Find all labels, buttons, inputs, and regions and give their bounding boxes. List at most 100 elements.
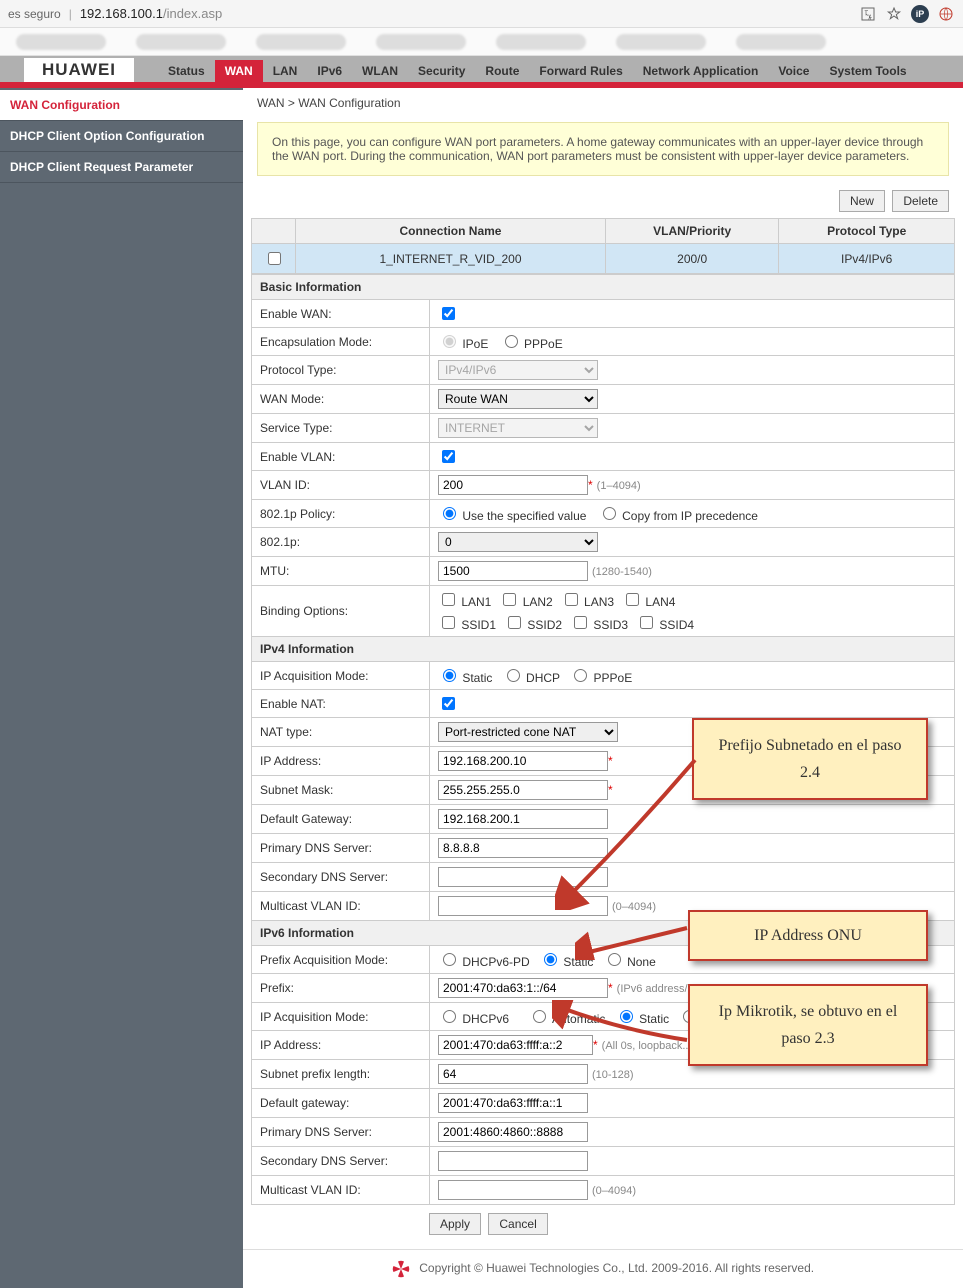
bookmark-item[interactable] <box>736 34 826 50</box>
service-type-select[interactable]: INTERNET <box>438 418 598 438</box>
ipv6-mcast-vlan-label: Multicast VLAN ID: <box>252 1176 430 1205</box>
tab-status[interactable]: Status <box>158 60 215 82</box>
tab-route[interactable]: Route <box>475 60 529 82</box>
tab-forward-rules[interactable]: Forward Rules <box>529 60 632 82</box>
extension-globe-icon[interactable] <box>937 5 955 23</box>
ipv6-static-radio[interactable] <box>620 1010 633 1023</box>
binding-lan2-checkbox[interactable] <box>503 593 516 606</box>
binding-ssid1-checkbox[interactable] <box>442 616 455 629</box>
ipv6-dhcpv6-radio[interactable] <box>443 1010 456 1023</box>
wan-mode-select[interactable]: Route WAN <box>438 389 598 409</box>
ipv6-dns1-input[interactable] <box>438 1122 588 1142</box>
sidebar-item-wan-configuration[interactable]: WAN Configuration <box>0 90 243 121</box>
prefix-dhcpv6pd-radio[interactable] <box>443 953 456 966</box>
8021p-copy-radio[interactable] <box>603 507 616 520</box>
prefix-label: Prefix: <box>252 974 430 1003</box>
ipv4-pppoe-radio[interactable] <box>574 669 587 682</box>
vlan-id-input[interactable] <box>438 475 588 495</box>
ipv4-gateway-label: Default Gateway: <box>252 805 430 834</box>
ipv4-gateway-input[interactable] <box>438 809 608 829</box>
tab-wlan[interactable]: WLAN <box>352 60 408 82</box>
row-select-checkbox[interactable] <box>268 252 281 265</box>
subnet-prefix-length-input[interactable] <box>438 1064 588 1084</box>
protocol-type-label: Protocol Type: <box>252 356 430 385</box>
connection-table: Connection Name VLAN/Priority Protocol T… <box>251 218 955 274</box>
8021p-select[interactable]: 0 <box>438 532 598 552</box>
prefix-input[interactable] <box>438 978 608 998</box>
ipv6-address-label: IP Address: <box>252 1031 430 1060</box>
section-ipv4: IPv4 Information <box>252 637 955 662</box>
protocol-type-select[interactable]: IPv4/IPv6 <box>438 360 598 380</box>
encap-pppoe-radio[interactable] <box>505 335 518 348</box>
tab-voice[interactable]: Voice <box>768 60 819 82</box>
binding-ssid3-checkbox[interactable] <box>574 616 587 629</box>
subnet-prefix-length-label: Subnet prefix length: <box>252 1060 430 1089</box>
ipv4-mcast-vlan-input[interactable] <box>438 896 608 916</box>
help-box: On this page, you can configure WAN port… <box>257 122 949 176</box>
delete-button[interactable]: Delete <box>892 190 949 212</box>
col-vlan-priority: VLAN/Priority <box>605 219 778 244</box>
translate-icon[interactable] <box>859 5 877 23</box>
wan-mode-label: WAN Mode: <box>252 385 430 414</box>
ipv6-automatic-radio[interactable] <box>533 1010 546 1023</box>
subnet-mask-input[interactable] <box>438 780 608 800</box>
ipv4-dhcp-radio[interactable] <box>507 669 520 682</box>
8021p-specified-radio[interactable] <box>443 507 456 520</box>
section-basic: Basic Information <box>252 275 955 300</box>
binding-lan1-checkbox[interactable] <box>442 593 455 606</box>
ipv4-address-label: IP Address: <box>252 747 430 776</box>
col-protocol-type: Protocol Type <box>779 219 955 244</box>
ipv6-gateway-input[interactable] <box>438 1093 588 1113</box>
annotation-ip-onu: IP Address ONU <box>688 910 928 961</box>
cancel-button[interactable]: Cancel <box>488 1213 547 1235</box>
ipv6-acquisition-label: IP Acquisition Mode: <box>252 1003 430 1031</box>
ipv4-static-radio[interactable] <box>443 669 456 682</box>
ipv4-dns1-input[interactable] <box>438 838 608 858</box>
prefix-none-radio[interactable] <box>608 953 621 966</box>
ipv6-mcast-vlan-input[interactable] <box>438 1180 588 1200</box>
extension-ip-icon[interactable]: iP <box>911 5 929 23</box>
bookmark-item[interactable] <box>256 34 346 50</box>
binding-ssid2-checkbox[interactable] <box>508 616 521 629</box>
star-icon[interactable] <box>885 5 903 23</box>
bookmark-item[interactable] <box>616 34 706 50</box>
bookmark-item[interactable] <box>16 34 106 50</box>
bookmark-item[interactable] <box>496 34 586 50</box>
prefix-static-radio[interactable] <box>544 953 557 966</box>
nat-type-select[interactable]: Port-restricted cone NAT <box>438 722 618 742</box>
tab-system-tools[interactable]: System Tools <box>819 60 916 82</box>
ipv4-address-input[interactable] <box>438 751 608 771</box>
tab-wan[interactable]: WAN <box>215 60 263 82</box>
binding-lan3-checkbox[interactable] <box>565 593 578 606</box>
tab-ipv6[interactable]: IPv6 <box>307 60 352 82</box>
annotation-prefix: Prefijo Subnetado en el paso 2.4 <box>692 718 928 800</box>
enable-wan-checkbox[interactable] <box>442 307 455 320</box>
tab-network-application[interactable]: Network Application <box>633 60 769 82</box>
enable-wan-label: Enable WAN: <box>252 300 430 328</box>
table-row[interactable]: 1_INTERNET_R_VID_200 200/0 IPv4/IPv6 <box>252 244 955 274</box>
tab-security[interactable]: Security <box>408 60 475 82</box>
apply-button[interactable]: Apply <box>429 1213 481 1235</box>
enable-vlan-checkbox[interactable] <box>442 450 455 463</box>
sidebar-item-dhcp-client-request-parameter[interactable]: DHCP Client Request Parameter <box>0 152 243 183</box>
url-field[interactable]: 192.168.100.1/index.asp <box>80 6 222 21</box>
ipv4-dns2-input[interactable] <box>438 867 608 887</box>
8021p-label: 802.1p: <box>252 528 430 557</box>
binding-ssid4-checkbox[interactable] <box>640 616 653 629</box>
new-button[interactable]: New <box>839 190 885 212</box>
vlan-id-label: VLAN ID: <box>252 471 430 500</box>
ipv4-dns2-label: Secondary DNS Server: <box>252 863 430 892</box>
encap-ipoe-radio[interactable] <box>443 335 456 348</box>
bookmark-item[interactable] <box>136 34 226 50</box>
mtu-input[interactable] <box>438 561 588 581</box>
enable-nat-checkbox[interactable] <box>442 697 455 710</box>
bookmark-item[interactable] <box>376 34 466 50</box>
ipv6-address-input[interactable] <box>438 1035 593 1055</box>
ipv6-dns2-label: Secondary DNS Server: <box>252 1147 430 1176</box>
binding-options-label: Binding Options: <box>252 586 430 637</box>
tab-lan[interactable]: LAN <box>263 60 308 82</box>
binding-lan4-checkbox[interactable] <box>626 593 639 606</box>
ipv6-dns2-input[interactable] <box>438 1151 588 1171</box>
sidebar-item-dhcp-client-option-configuration[interactable]: DHCP Client Option Configuration <box>0 121 243 152</box>
ipv4-mcast-vlan-label: Multicast VLAN ID: <box>252 892 430 921</box>
